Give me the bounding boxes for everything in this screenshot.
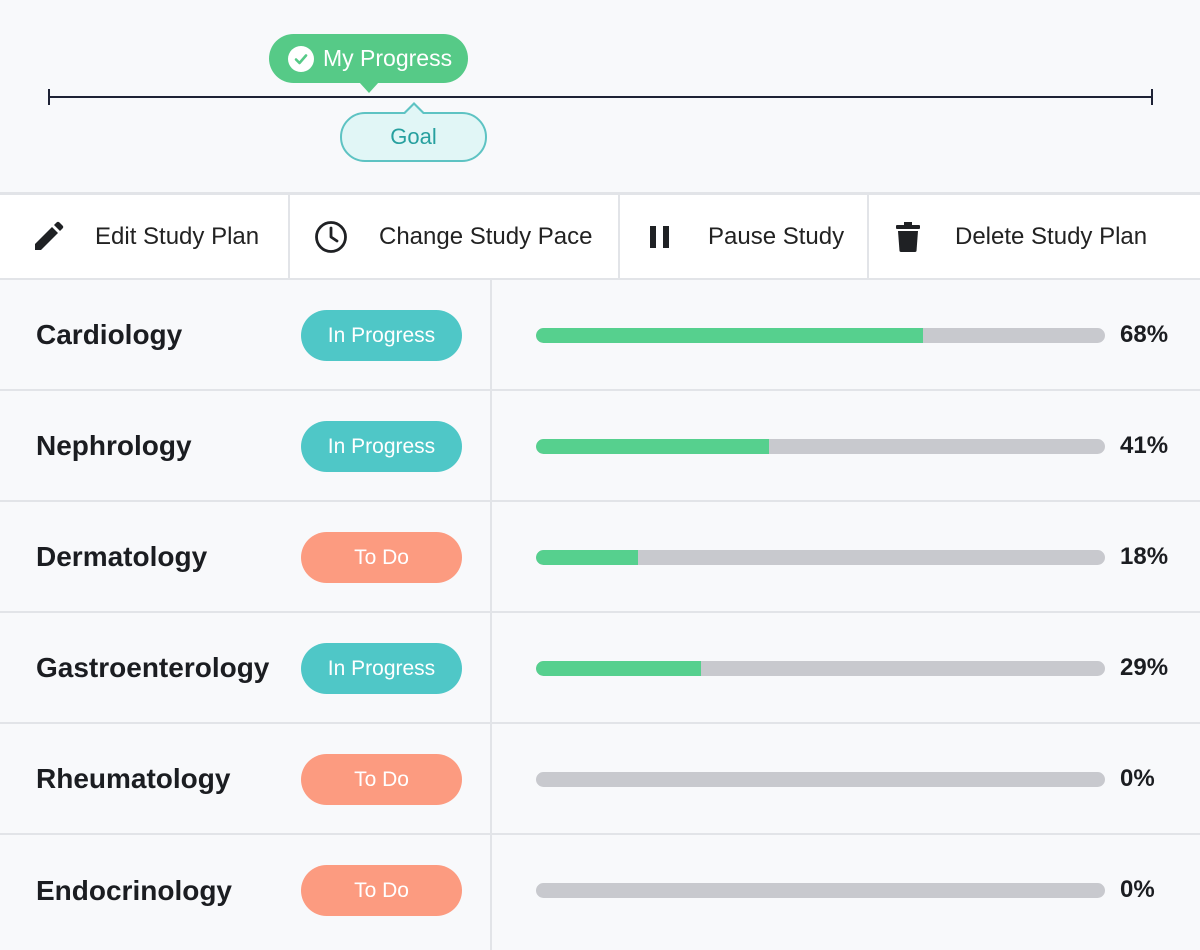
table-row[interactable]: Cardiology In Progress 68% — [0, 280, 1200, 391]
progress-timeline: My Progress Goal — [0, 0, 1200, 192]
goal-pointer — [403, 102, 425, 114]
progress-bar-fill — [536, 328, 923, 343]
subject-name: Cardiology — [36, 318, 183, 350]
progress-percent: 18% — [1120, 543, 1169, 570]
progress-percent: 29% — [1120, 654, 1169, 681]
subject-name: Dermatology — [36, 540, 208, 572]
status-badge: In Progress — [301, 310, 462, 361]
progress-percent: 41% — [1120, 432, 1169, 459]
delete-study-plan-button[interactable]: Delete Study Plan — [869, 195, 1200, 278]
goal-marker[interactable]: Goal — [340, 102, 487, 162]
progress-bar-fill — [536, 661, 701, 676]
status-badge: In Progress — [301, 421, 462, 472]
change-study-pace-button[interactable]: Change Study Pace — [290, 195, 620, 278]
table-row[interactable]: Rheumatology To Do 0% — [0, 724, 1200, 835]
check-circle-icon — [288, 45, 314, 72]
progress-percent: 0% — [1120, 765, 1155, 792]
subject-progress-table: Cardiology In Progress 68% Nephrology In… — [0, 280, 1200, 950]
subject-name: Gastroenterology — [36, 651, 270, 683]
progress-bar — [536, 772, 1105, 787]
table-row[interactable]: Nephrology In Progress 41% — [0, 391, 1200, 502]
subject-name: Endocrinology — [36, 874, 232, 906]
status-badge: To Do — [301, 865, 462, 916]
progress-percent: 0% — [1120, 876, 1155, 903]
status-badge: In Progress — [301, 643, 462, 694]
timeline-end-cap — [1151, 89, 1153, 105]
progress-bar-fill — [536, 550, 639, 565]
progress-percent: 68% — [1120, 321, 1169, 348]
table-row[interactable]: Gastroenterology In Progress 29% — [0, 613, 1200, 724]
subject-name: Nephrology — [36, 429, 192, 461]
table-row[interactable]: Endocrinology To Do 0% — [0, 835, 1200, 946]
timeline-start-cap — [48, 89, 50, 105]
status-badge: To Do — [301, 754, 462, 805]
pencil-icon — [31, 220, 65, 254]
edit-study-plan-button[interactable]: Edit Study Plan — [0, 195, 290, 278]
subject-name: Rheumatology — [36, 762, 231, 794]
trash-icon — [891, 220, 925, 254]
my-progress-label: My Progress — [323, 45, 453, 71]
pause-study-label: Pause Study — [708, 222, 845, 250]
change-study-pace-label: Change Study Pace — [379, 222, 593, 250]
study-plan-toolbar: Edit Study Plan Change Study Pace Pause … — [0, 192, 1200, 280]
delete-study-plan-label: Delete Study Plan — [955, 222, 1148, 250]
clock-icon — [314, 220, 348, 254]
progress-bar-fill — [536, 439, 770, 454]
progress-bar — [536, 439, 1105, 454]
progress-bar — [536, 550, 1105, 565]
timeline-track — [49, 96, 1153, 98]
goal-label: Goal — [390, 124, 437, 149]
progress-bar — [536, 661, 1105, 676]
table-row[interactable]: Dermatology To Do 18% — [0, 502, 1200, 613]
pause-study-button[interactable]: Pause Study — [620, 195, 869, 278]
pause-icon — [643, 220, 677, 254]
progress-bar — [536, 883, 1105, 898]
edit-study-plan-label: Edit Study Plan — [95, 222, 260, 250]
my-progress-marker[interactable]: My Progress — [269, 34, 468, 93]
status-badge: To Do — [301, 532, 462, 583]
progress-bar — [536, 328, 1105, 343]
